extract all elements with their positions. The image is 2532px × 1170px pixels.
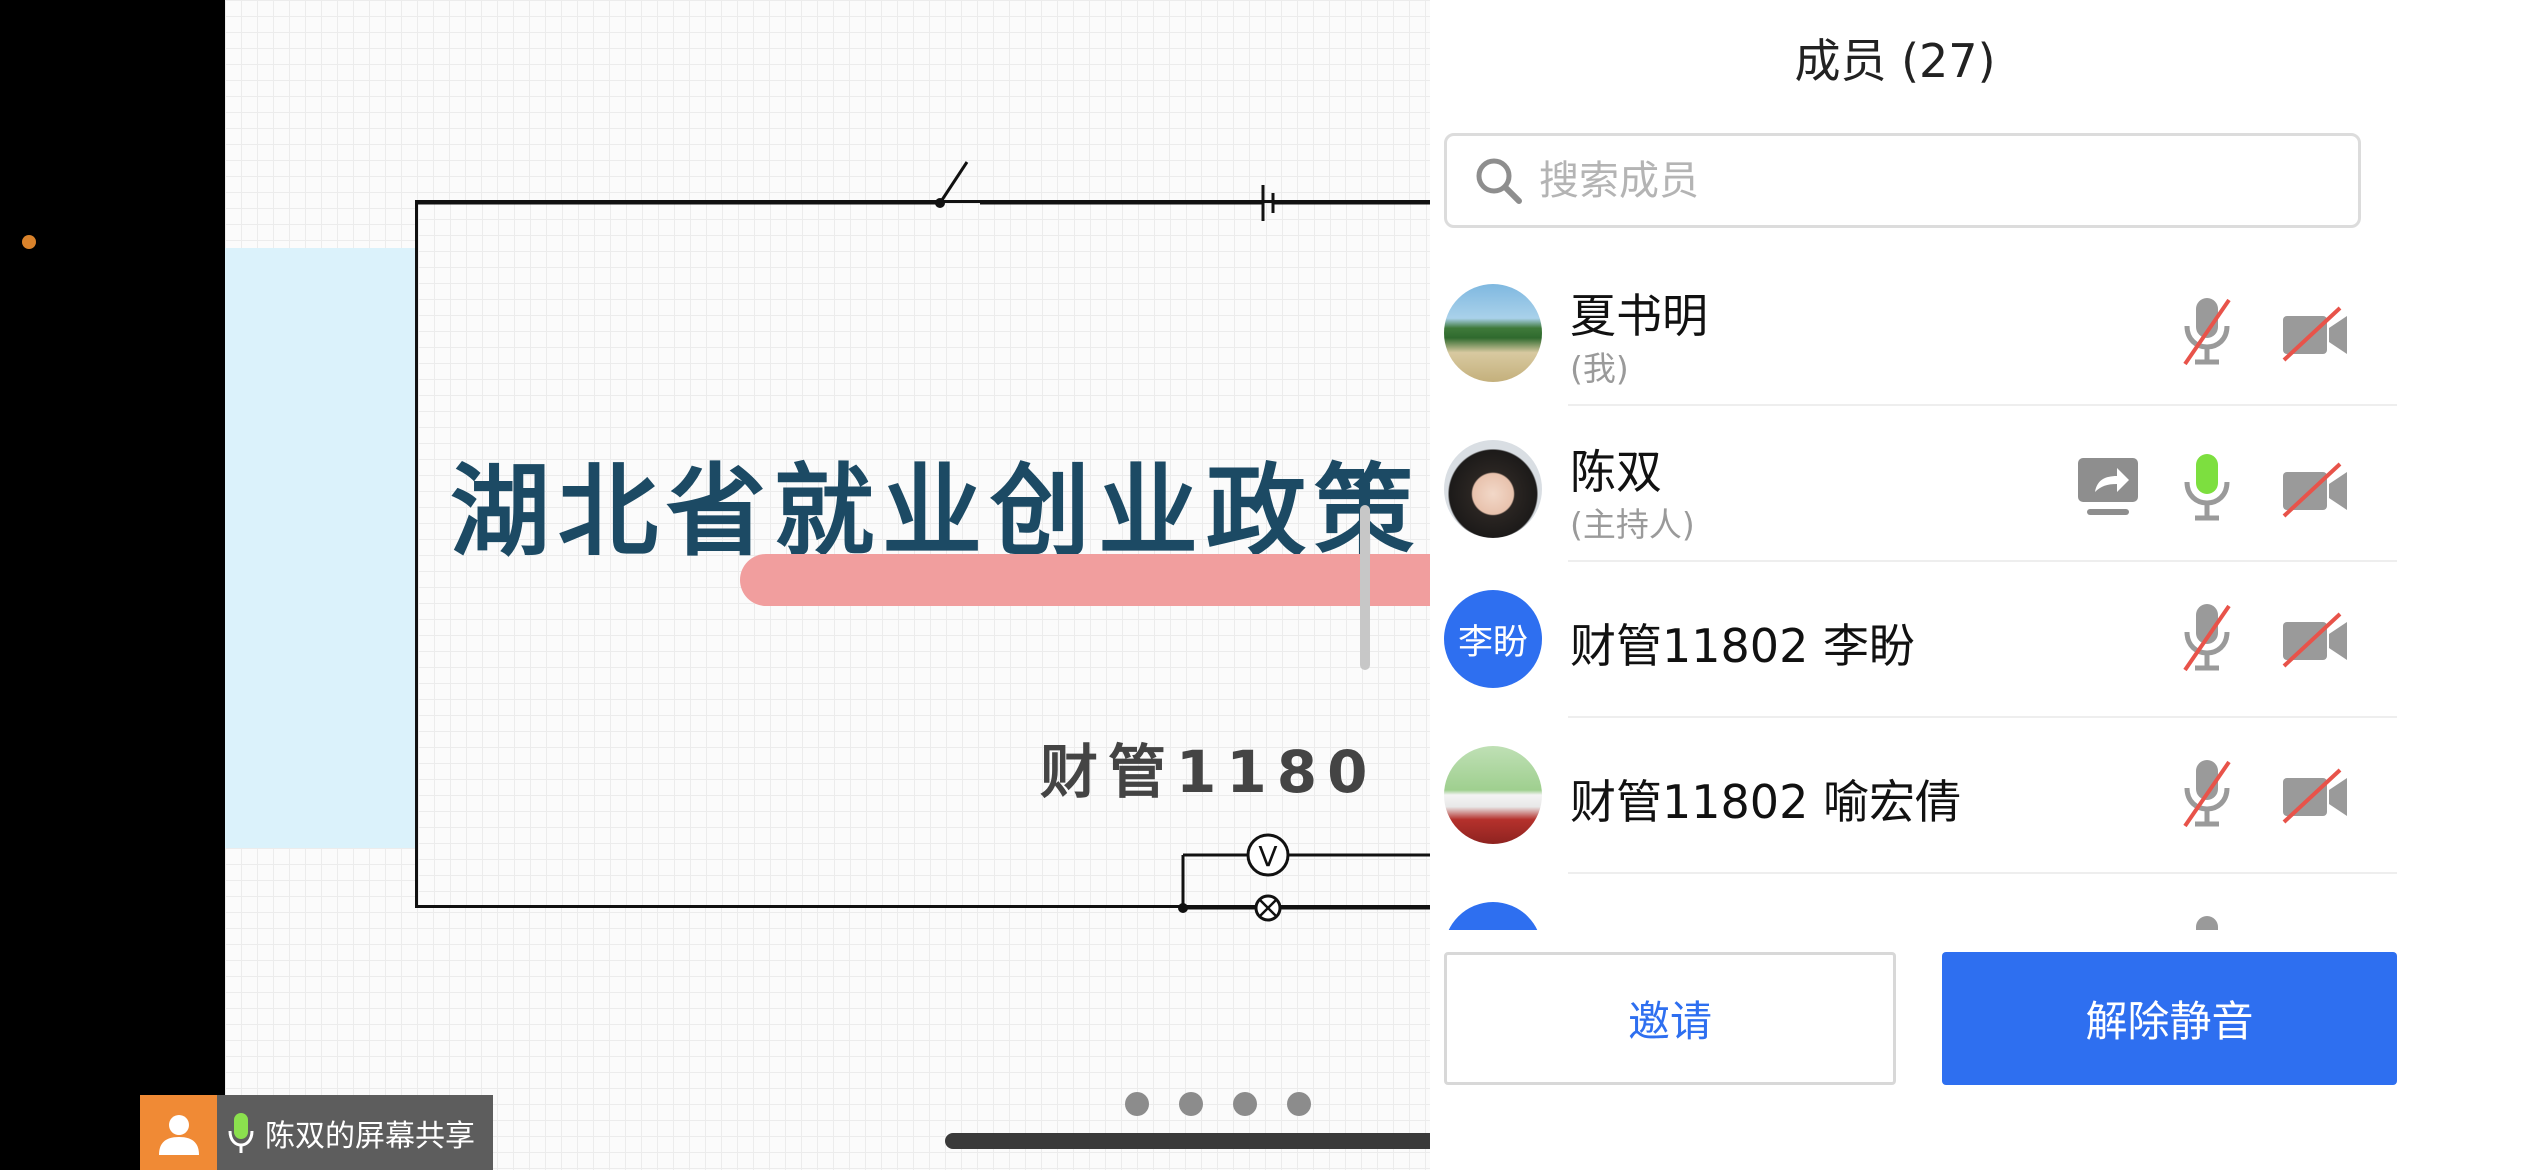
member-panel: 成员 (27) 夏书明 (我) — [1430, 0, 2532, 1170]
camera-off-icon[interactable] — [2280, 460, 2350, 520]
member-row[interactable]: 夏书明 (我) — [1430, 250, 2532, 406]
camera-off-icon[interactable] — [2280, 610, 2350, 670]
member-role: (主持人) — [1570, 505, 1695, 544]
page-dot[interactable] — [1125, 1092, 1149, 1116]
screen-share-indicator[interactable]: 陈双的屏幕共享 — [140, 1095, 493, 1170]
search-box[interactable] — [1444, 133, 2361, 228]
member-row[interactable]: 李盼 财管11802 李盼 — [1430, 562, 2532, 718]
voltmeter-label: V — [1258, 840, 1277, 873]
member-row[interactable]: 陈双 (主持人) — [1430, 406, 2532, 562]
camera-off-icon[interactable] — [2280, 304, 2350, 364]
search-input[interactable] — [1539, 157, 2239, 204]
mic-muted-icon[interactable] — [2177, 294, 2237, 374]
unmute-button[interactable]: 解除静音 — [1942, 952, 2397, 1085]
page-dot[interactable] — [1287, 1092, 1311, 1116]
share-label-text: 陈双的屏幕共享 — [265, 1118, 475, 1154]
member-name: 财管11802 李盼 — [1570, 619, 1915, 673]
shared-screen[interactable]: V 湖北省就业创业政策 财管1180 — [225, 0, 1430, 1170]
page-dot[interactable] — [1233, 1092, 1257, 1116]
camera-off-icon[interactable] — [2280, 766, 2350, 826]
mic-muted-icon[interactable] — [2177, 912, 2237, 930]
avatar — [1444, 746, 1542, 844]
page-dot[interactable] — [1179, 1092, 1203, 1116]
member-name: 财管11802 喻宏倩 — [1570, 775, 1961, 829]
slide-subtitle: 财管1180 — [1040, 738, 1378, 806]
avatar: 李盼 — [1444, 590, 1542, 688]
avatar-initials: 李盼 — [1457, 622, 1528, 663]
member-row[interactable] — [1430, 874, 2532, 930]
mic-on-icon — [228, 1112, 254, 1153]
mic-muted-icon[interactable] — [2177, 600, 2237, 680]
search-icon — [1476, 158, 1522, 204]
panel-resize-handle[interactable] — [1360, 505, 1370, 670]
member-list[interactable]: 夏书明 (我) 陈双 (主持人) 李盼 财管11802 李盼 财管11802 喻… — [1430, 250, 2532, 930]
share-label-box: 陈双的屏幕共享 — [217, 1095, 493, 1170]
screen-share-icon[interactable] — [2075, 454, 2141, 520]
member-role: (我) — [1570, 349, 1629, 388]
member-row[interactable]: 财管11802 喻宏倩 — [1430, 718, 2532, 874]
member-name: 夏书明 — [1570, 289, 1708, 343]
slide-title-underline — [740, 554, 1430, 606]
recording-dot — [22, 235, 36, 249]
avatar — [1444, 440, 1542, 538]
avatar — [1444, 902, 1542, 930]
invite-button[interactable]: 邀请 — [1444, 952, 1896, 1085]
mic-active-icon[interactable] — [2177, 450, 2237, 530]
avatar — [1444, 284, 1542, 382]
member-name: 陈双 — [1570, 445, 1662, 499]
person-icon — [140, 1095, 217, 1170]
mic-muted-icon[interactable] — [2177, 756, 2237, 836]
page-indicator[interactable] — [1125, 1092, 1311, 1116]
panel-title: 成员 (27) — [1794, 34, 1996, 88]
left-black-strip — [0, 0, 225, 1170]
